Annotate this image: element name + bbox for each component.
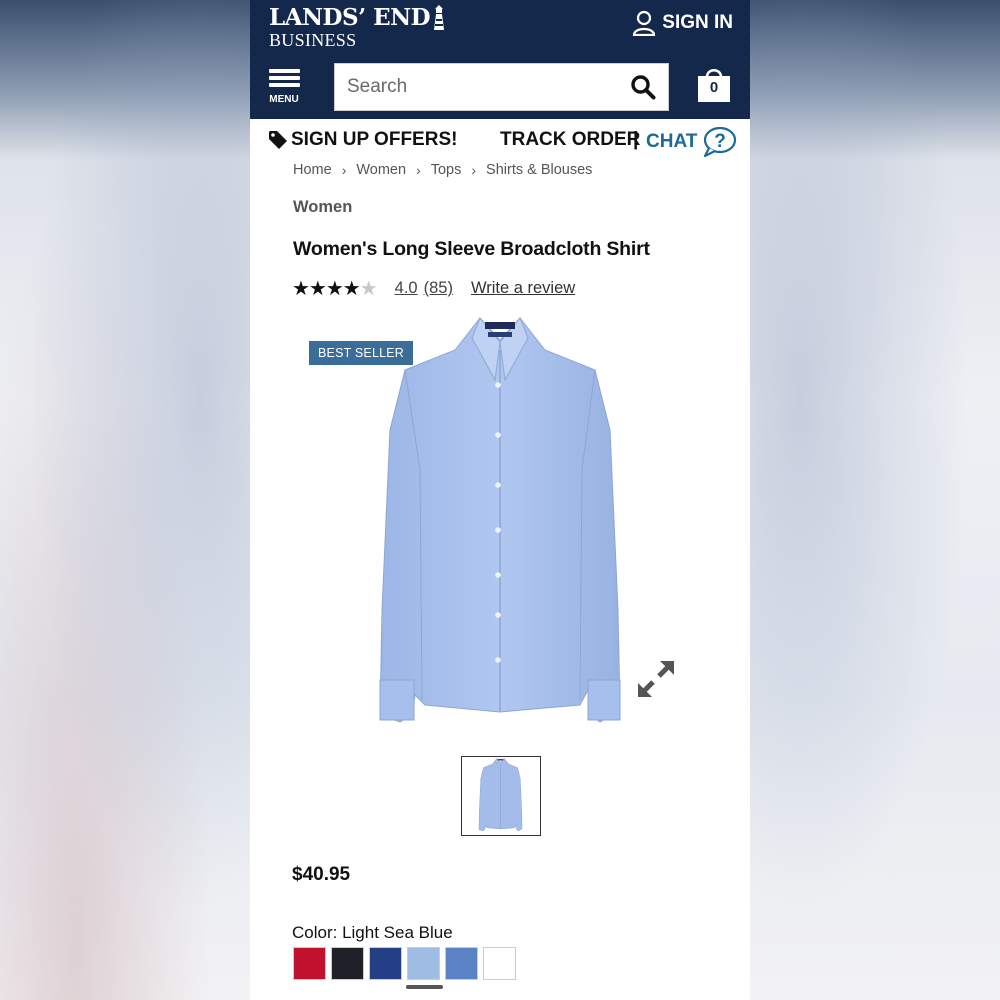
star-rating-icon: ★★★★★ bbox=[292, 276, 378, 301]
product-title: Women's Long Sleeve Broadcloth Shirt bbox=[293, 238, 650, 260]
sign-up-offers-link[interactable]: SIGN UP OFFERS! bbox=[268, 129, 457, 151]
divider: | bbox=[633, 129, 639, 150]
menu-label: MENU bbox=[269, 94, 299, 105]
color-swatch-blue[interactable] bbox=[445, 947, 478, 980]
brand-logo[interactable]: LANDS’ END BUSINESS bbox=[269, 5, 446, 49]
sign-up-offers-label: SIGN UP OFFERS! bbox=[291, 129, 458, 150]
product-category: Women bbox=[293, 198, 353, 216]
expand-icon[interactable] bbox=[636, 659, 676, 699]
cart-button[interactable]: 0 bbox=[697, 66, 731, 104]
hamburger-bar bbox=[268, 76, 300, 80]
color-swatch-white[interactable] bbox=[483, 947, 516, 980]
user-icon bbox=[633, 10, 656, 36]
chat-label: CHAT bbox=[646, 131, 698, 152]
hamburger-icon bbox=[268, 69, 300, 73]
svg-text:?: ? bbox=[715, 131, 727, 152]
chat-link[interactable]: CHAT ? bbox=[646, 126, 737, 158]
color-swatch-red[interactable] bbox=[293, 947, 326, 980]
product-price: $40.95 bbox=[292, 864, 351, 885]
thumbnail-image bbox=[478, 758, 523, 832]
site-header: LANDS’ END BUSINESS SIGN IN bbox=[250, 0, 750, 60]
tag-icon bbox=[269, 131, 287, 149]
sign-in-button[interactable]: SIGN IN bbox=[632, 10, 733, 36]
breadcrumb: Home › Women › Tops › Shirts & Blouses bbox=[293, 162, 592, 178]
background-blur-right bbox=[750, 0, 1000, 1000]
lighthouse-icon bbox=[434, 5, 445, 30]
best-seller-badge: BEST SELLER bbox=[309, 341, 414, 365]
search-input[interactable] bbox=[335, 76, 630, 98]
search-icon[interactable] bbox=[630, 74, 656, 100]
promo-row: SIGN UP OFFERS! TRACK ORDER | CHAT ? bbox=[250, 119, 750, 161]
chevron-right-icon: › bbox=[341, 162, 347, 178]
mobile-page: LANDS’ END BUSINESS SIGN IN MENU Search … bbox=[250, 0, 750, 1000]
color-swatch-black[interactable] bbox=[331, 947, 364, 980]
color-swatch-navy[interactable] bbox=[369, 947, 402, 980]
hamburger-bar bbox=[268, 83, 300, 87]
sign-in-label: SIGN IN bbox=[662, 12, 733, 33]
breadcrumb-women[interactable]: Women bbox=[356, 162, 406, 178]
product-thumbnail[interactable] bbox=[461, 756, 541, 836]
breadcrumb-home[interactable]: Home bbox=[293, 162, 332, 178]
color-label: Color: Light Sea Blue bbox=[292, 923, 453, 942]
review-count[interactable]: (85) bbox=[424, 279, 453, 298]
chevron-right-icon: › bbox=[416, 162, 421, 178]
brand-sub: BUSINESS bbox=[269, 30, 357, 50]
search-bar-row: MENU 0 bbox=[250, 60, 750, 119]
breadcrumb-shirts-blouses[interactable]: Shirts & Blouses bbox=[486, 162, 592, 178]
chat-help-icon: ? bbox=[704, 126, 737, 158]
brand-name: LANDS’ END bbox=[269, 4, 431, 31]
stars-filled: ★★★★ bbox=[292, 278, 361, 300]
color-swatch-light-sea-blue[interactable] bbox=[406, 947, 443, 989]
background-blur-left bbox=[0, 0, 250, 1000]
chevron-right-icon: › bbox=[471, 162, 477, 178]
rating-row: ★★★★★ 4.0 (85) Write a review bbox=[292, 276, 575, 301]
search-box bbox=[334, 63, 669, 111]
breadcrumb-tops[interactable]: Tops bbox=[431, 162, 462, 178]
track-order-link[interactable]: TRACK ORDER bbox=[500, 129, 640, 151]
color-swatches bbox=[293, 947, 516, 989]
rating-value[interactable]: 4.0 bbox=[395, 279, 418, 298]
write-review-link[interactable]: Write a review bbox=[471, 279, 575, 298]
menu-button[interactable]: MENU bbox=[267, 66, 301, 112]
stars-empty: ★ bbox=[359, 278, 378, 300]
cart-count: 0 bbox=[709, 79, 719, 96]
product-image[interactable] bbox=[350, 310, 650, 740]
